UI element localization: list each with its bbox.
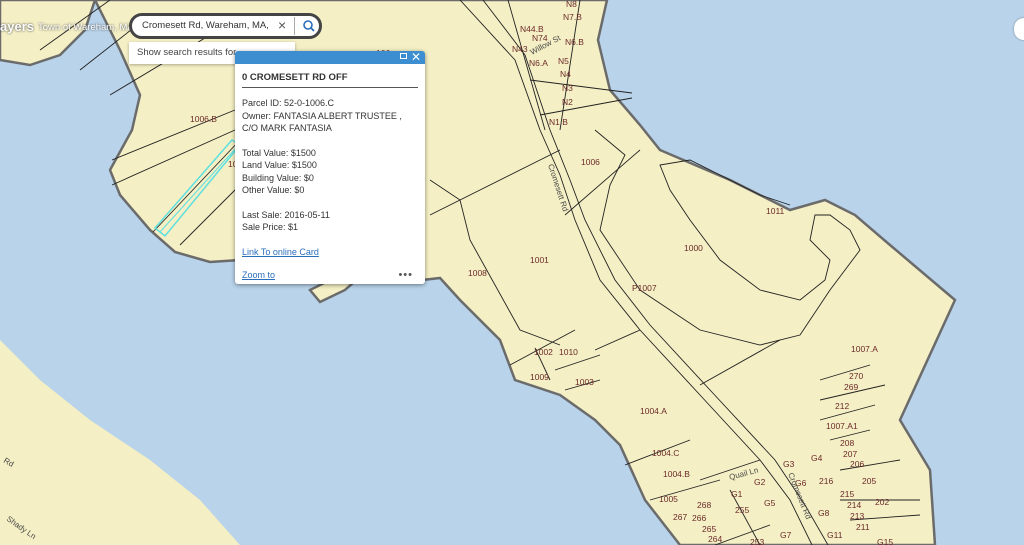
search-button[interactable] [298, 16, 320, 36]
parcel-id: Parcel ID: 52-0-1006.C [242, 98, 335, 108]
parcel-label: 1005 [659, 494, 678, 504]
parcel-label: N3 [562, 83, 573, 93]
parcel-label: 1004.C [652, 448, 679, 458]
parcel-label: P1007 [632, 283, 657, 293]
parcel-label: 216 [819, 476, 833, 486]
building-value: Building Value: $0 [242, 172, 314, 183]
parcel-label: 214 [847, 500, 861, 510]
parcel-label: N43 [512, 44, 528, 54]
more-icon[interactable]: ••• [398, 269, 413, 281]
parcel-label: 253 [750, 537, 764, 545]
land-value: Land Value: $1500 [242, 160, 317, 170]
parcel-label: 213 [850, 511, 864, 521]
parcel-label: 268 [697, 500, 711, 510]
total-value: Total Value: $1500 [242, 147, 316, 158]
parcel-label: N5 [558, 56, 569, 66]
other-value: Other Value: $0 [242, 185, 305, 195]
popup-header: ✕ [235, 51, 425, 64]
close-icon[interactable]: ✕ [411, 51, 421, 64]
parcel-label: 1002 [534, 347, 553, 357]
parcel-label: 1007.A1 [826, 421, 858, 431]
parcel-label: N1.B [549, 117, 568, 127]
search-icon [303, 20, 315, 32]
parcel-label: 1010 [559, 347, 578, 357]
parcel-label: G8 [818, 508, 830, 518]
parcel-map[interactable]: N8 N7.B N44.B N74 N43 N6.B N6.A N5 N4 N3… [0, 0, 1024, 545]
parcel-label: G11 [827, 530, 843, 540]
parcel-label: N2 [562, 97, 573, 107]
parcel-label: G3 [783, 459, 795, 469]
parcel-label: G5 [764, 498, 776, 508]
parcel-label: G1 [731, 489, 743, 499]
parcel-label: G15 [877, 537, 893, 545]
parcel-label: 215 [840, 489, 854, 499]
parcel-label: N8 [566, 0, 577, 9]
parcel-label: 212 [835, 401, 849, 411]
parcel-label: 264 [708, 534, 722, 544]
parcel-label: 1004.A [640, 406, 667, 416]
parcel-label: G2 [754, 477, 766, 487]
owner: Owner: FANTASIA ALBERT TRUSTEE , C/O MAR… [242, 110, 402, 134]
app-title: ayers [0, 19, 34, 34]
parcel-label: 1006 [581, 157, 600, 167]
maximize-icon[interactable] [400, 53, 407, 59]
close-icon[interactable]: × [278, 17, 286, 33]
parcel-label: 1004.B [663, 469, 690, 479]
parcel-label: N7.B [563, 12, 582, 22]
parcel-label: 255 [735, 505, 749, 515]
parcel-label: 270 [849, 371, 863, 381]
online-card-link[interactable]: Link To online Card [242, 247, 319, 257]
parcel-label: G7 [780, 530, 792, 540]
parcel-label: 207 [843, 449, 857, 459]
parcel-label: N4 [560, 69, 571, 79]
parcel-label: 265 [702, 524, 716, 534]
parcel-popup: ✕ 0 CROMESETT RD OFF Parcel ID: 52-0-100… [235, 51, 425, 284]
parcel-label: 208 [840, 438, 854, 448]
sale-price: Sale Price: $1 [242, 222, 299, 232]
parcel-label: 1006.B [190, 114, 217, 124]
last-sale: Last Sale: 2016-05-11 [242, 209, 330, 220]
parcel-label: 205 [862, 476, 876, 486]
parcel-label: 1003 [575, 377, 594, 387]
parcel-label: N6.A [529, 58, 548, 68]
parcel-label: 1000 [684, 243, 703, 253]
parcel-label: 211 [856, 522, 870, 532]
parcel-label: 1009 [530, 372, 549, 382]
parcel-label: N6.B [565, 37, 584, 47]
parcel-label: 1001 [530, 255, 549, 265]
search-input[interactable] [142, 20, 270, 31]
parcel-label: 202 [875, 497, 889, 507]
popup-title: 0 CROMESETT RD OFF [242, 72, 418, 88]
parcel-label: G4 [811, 453, 823, 463]
parcel-label: 1007.A [851, 344, 878, 354]
parcel-label: 1011 [766, 206, 785, 216]
parcel-label: 267 [673, 512, 687, 522]
search-box: × [129, 13, 322, 39]
parcel-label: 269 [844, 382, 858, 392]
search-divider [294, 17, 295, 35]
town-name: Town of Wareham, MA [38, 22, 134, 33]
parcel-label: 206 [850, 459, 864, 469]
parcel-label: 1008 [468, 268, 487, 278]
parcel-label: 266 [692, 513, 706, 523]
zoom-to-link[interactable]: Zoom to [242, 270, 275, 280]
